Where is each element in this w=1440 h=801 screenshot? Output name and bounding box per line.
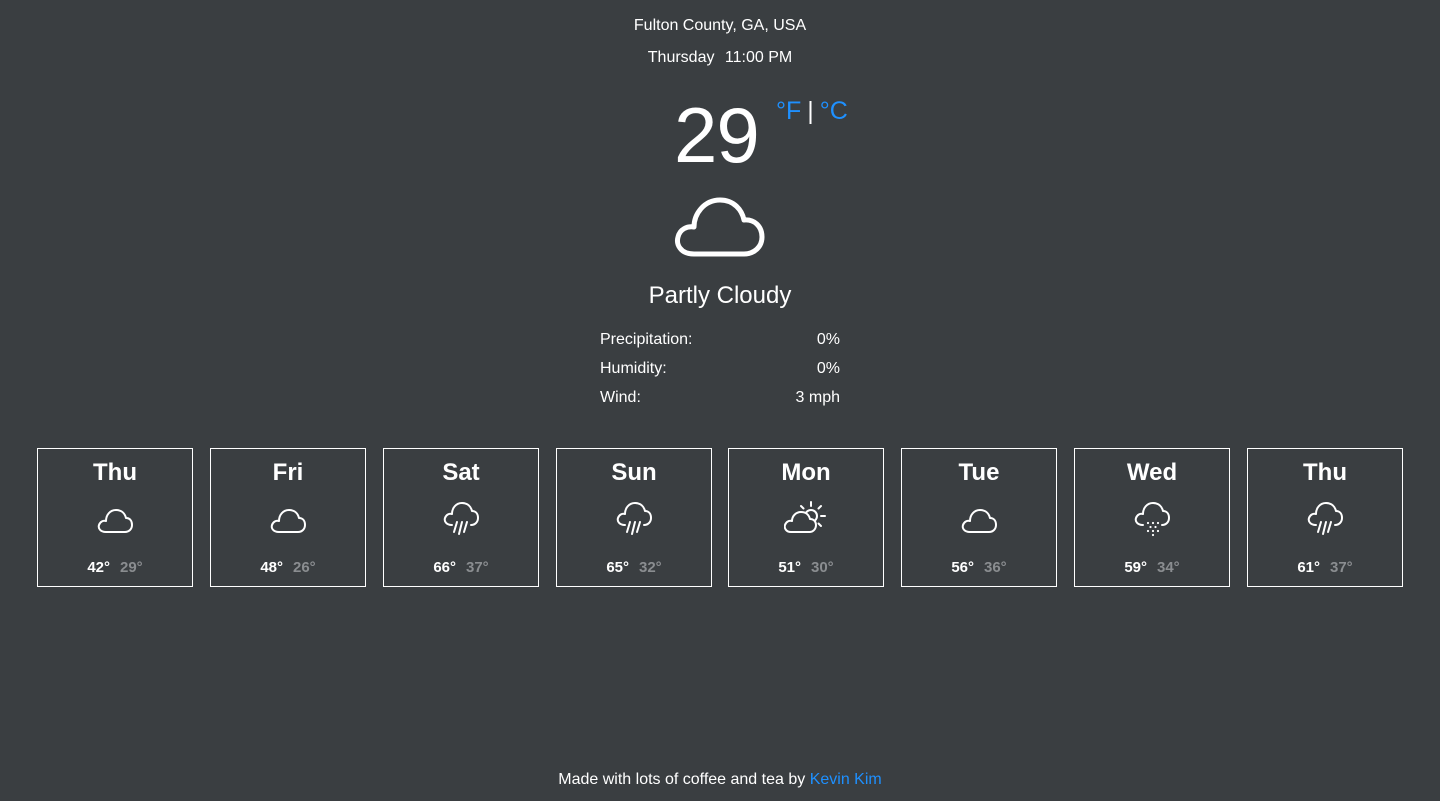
unit-toggle: °F | °C (776, 96, 848, 126)
sleet-icon (1134, 501, 1170, 541)
cloud-icon (674, 192, 766, 258)
forecast-low: 29° (120, 559, 143, 576)
forecast-day-name: Sat (442, 459, 480, 486)
forecast-day-name: Sun (611, 459, 657, 486)
forecast-high: 61° (1297, 559, 1320, 576)
forecast-day-card[interactable]: Tue 56° 36° (901, 448, 1057, 587)
forecast-high: 66° (433, 559, 456, 576)
forecast-day-card[interactable]: Sat 66° 37° (383, 448, 539, 587)
partly-sunny-icon (784, 501, 830, 541)
forecast-day-name: Fri (272, 459, 304, 486)
forecast-high: 42° (87, 559, 110, 576)
forecast-temps: 51° 30° (729, 559, 883, 577)
rain-icon (1307, 501, 1343, 541)
wind-label: Wind: (600, 389, 641, 406)
fahrenheit-toggle[interactable]: °F (776, 97, 801, 125)
forecast-list: Thu 42° 29° Fri 48° 26° Sat 66° 37° Sun … (37, 448, 1403, 587)
precipitation-value: 0% (816, 331, 840, 348)
forecast-day-card[interactable]: Sun 65° 32° (556, 448, 712, 587)
forecast-day-card[interactable]: Thu 42° 29° (37, 448, 193, 587)
forecast-temps: 48° 26° (211, 559, 365, 577)
forecast-low: 32° (639, 559, 662, 576)
forecast-high: 56° (951, 559, 974, 576)
forecast-low: 36° (984, 559, 1007, 576)
forecast-day-card[interactable]: Wed 59° 34° (1074, 448, 1230, 587)
humidity-value: 0% (816, 360, 840, 377)
forecast-low: 30° (811, 559, 834, 576)
rain-icon (443, 501, 479, 541)
forecast-temps: 59° 34° (1075, 559, 1229, 577)
forecast-high: 48° (260, 559, 283, 576)
forecast-temps: 66° 37° (384, 559, 538, 577)
forecast-day-name: Mon (781, 459, 831, 486)
cloud-icon (270, 501, 306, 541)
wind-value: 3 mph (795, 389, 840, 406)
current-time: 11:00 PM (724, 49, 793, 66)
location-label: Fulton County, GA, USA (633, 17, 807, 34)
precipitation-row: Precipitation: 0% (600, 330, 840, 359)
humidity-label: Humidity: (600, 360, 667, 377)
footer-text: Made with lots of coffee and tea by (558, 771, 806, 788)
current-temperature: 29 (674, 91, 760, 179)
rain-icon (616, 501, 652, 541)
forecast-temps: 42° 29° (38, 559, 192, 577)
footer: Made with lots of coffee and tea by Kevi… (0, 770, 1440, 790)
current-summary: Partly Cloudy (648, 282, 792, 309)
forecast-day-card[interactable]: Fri 48° 26° (210, 448, 366, 587)
forecast-day-name: Tue (958, 459, 1000, 486)
forecast-low: 37° (466, 559, 489, 576)
forecast-low: 34° (1157, 559, 1180, 576)
forecast-day-card[interactable]: Mon 51° 30° (728, 448, 884, 587)
forecast-high: 65° (606, 559, 629, 576)
current-day: Thursday (647, 49, 715, 66)
celsius-toggle[interactable]: °C (820, 97, 848, 125)
current-datetime: Thursday 11:00 PM (0, 48, 1440, 68)
wind-row: Wind: 3 mph (600, 388, 840, 417)
cloud-icon (97, 501, 133, 541)
forecast-low: 26° (293, 559, 316, 576)
humidity-row: Humidity: 0% (600, 359, 840, 388)
forecast-day-card[interactable]: Thu 61° 37° (1247, 448, 1403, 587)
forecast-high: 51° (778, 559, 801, 576)
forecast-temps: 56° 36° (902, 559, 1056, 577)
cloud-icon (961, 501, 997, 541)
weather-page: Fulton County, GA, USA Thursday 11:00 PM… (0, 0, 1440, 801)
forecast-day-name: Thu (1303, 459, 1347, 486)
current-details: Precipitation: 0% Humidity: 0% Wind: 3 m… (600, 330, 840, 417)
author-link[interactable]: Kevin Kim (810, 771, 882, 788)
forecast-temps: 61° 37° (1248, 559, 1402, 577)
forecast-low: 37° (1330, 559, 1353, 576)
forecast-day-name: Wed (1126, 459, 1178, 486)
forecast-temps: 65° 32° (557, 559, 711, 577)
precipitation-label: Precipitation: (600, 331, 693, 348)
forecast-day-name: Thu (93, 459, 137, 486)
unit-separator: | (807, 97, 814, 125)
forecast-high: 59° (1124, 559, 1147, 576)
